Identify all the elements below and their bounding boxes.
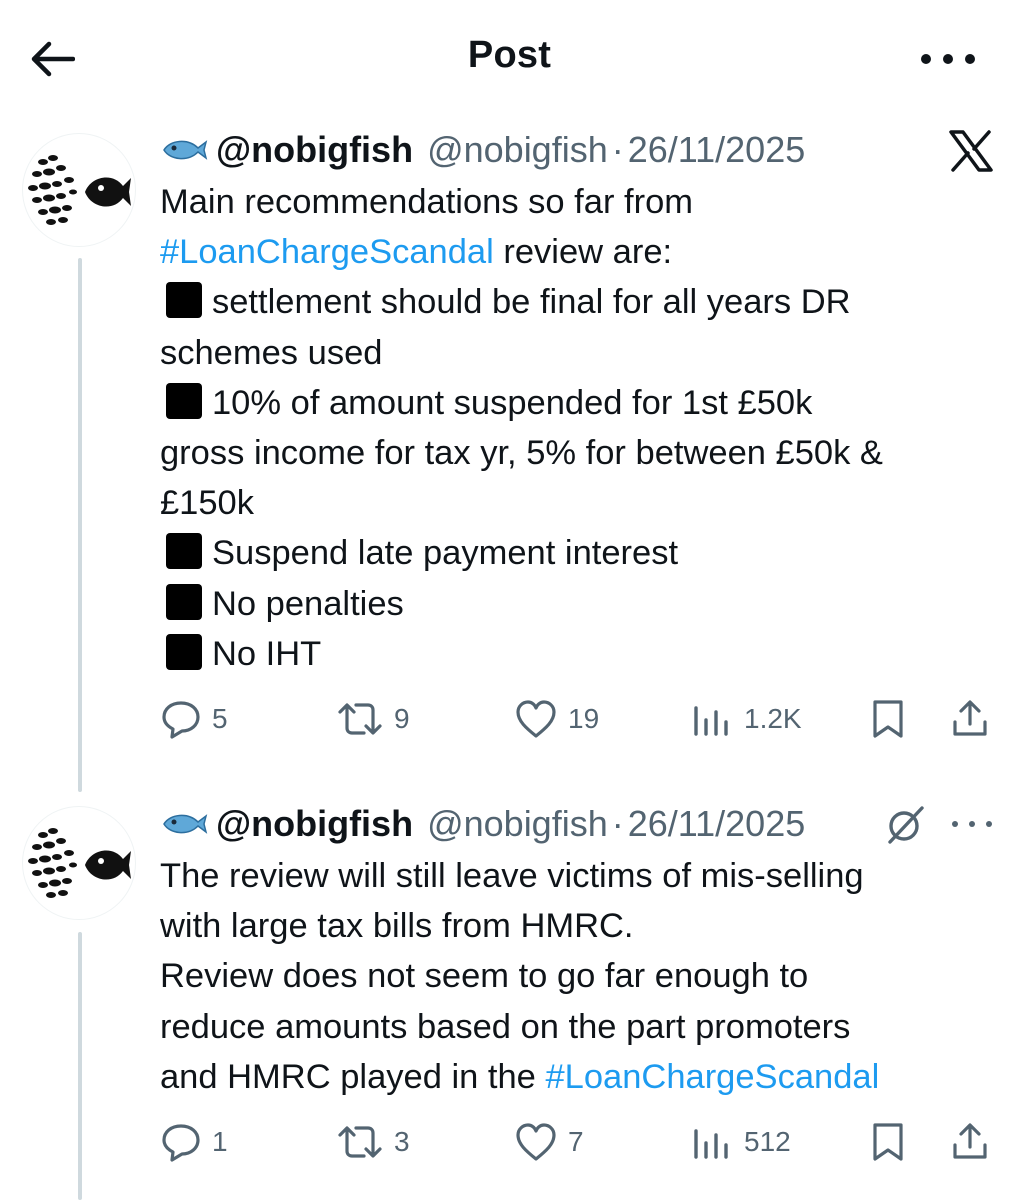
views-count: 1.2K [744, 703, 802, 734]
like-button[interactable]: 7 [514, 1117, 584, 1167]
tweet-line: No IHT [160, 629, 989, 679]
post-date[interactable]: 26/11/2025 [628, 129, 806, 171]
more-dot [965, 54, 975, 64]
repost-count: 3 [394, 1126, 410, 1157]
tweet-line: Suspend late payment interest [160, 528, 989, 578]
like-icon [516, 700, 556, 738]
tweet-text: The review will still leave victims of m… [160, 851, 989, 1102]
repost-icon [338, 703, 382, 735]
hashtag-link[interactable]: #LoanChargeScandal [160, 233, 494, 271]
black-square-emoji [166, 633, 202, 670]
tweet-meta: @nobigfish @nobigfish · 26/11/2025 [160, 128, 999, 172]
tweet-line-text: and HMRC played in the [160, 1057, 536, 1096]
fish-emoji-icon [163, 140, 208, 160]
repost-count: 9 [394, 703, 410, 734]
more-dot [943, 54, 953, 64]
tweet-line: gross income for tax yr, 5% for between … [160, 434, 883, 473]
bookmark-icon [873, 1123, 903, 1161]
display-name[interactable]: @nobigfish [216, 129, 413, 171]
more-dot [952, 821, 958, 827]
like-icon [516, 1123, 556, 1161]
repost-button[interactable]: 9 [336, 694, 410, 744]
black-square-emoji [166, 583, 202, 620]
views-button[interactable]: 512 [690, 1117, 791, 1167]
bookmark-icon [873, 700, 903, 738]
tweet-actions: 1 3 7 512 [160, 1117, 993, 1167]
tweet-line: #LoanChargeScandal review are: [160, 227, 989, 277]
fish-school-avatar-icon [28, 155, 131, 225]
tweet-line: with large tax bills from HMRC. [160, 907, 634, 946]
repost-button[interactable]: 3 [336, 1117, 410, 1167]
tweet-line: schemes used [160, 333, 383, 372]
black-square-emoji [166, 382, 202, 419]
tweet-line-text: No penalties [212, 584, 404, 623]
black-square-emoji [166, 282, 202, 319]
tweet-line: No penalties [160, 579, 989, 629]
reply-icon [162, 1124, 200, 1162]
separator-dot: · [611, 129, 624, 170]
tweet-line-text: settlement should be final for all years… [212, 283, 851, 322]
views-button[interactable]: 1.2K [690, 694, 802, 744]
tweet-line: 10% of amount suspended for 1st £50k [160, 378, 989, 428]
tweet-line: £150k [160, 484, 254, 523]
separator-dot: · [611, 803, 624, 844]
share-button[interactable] [950, 1117, 990, 1167]
reply-count: 5 [212, 703, 228, 734]
thread-line [78, 932, 82, 1200]
share-icon [953, 1123, 987, 1159]
bookmark-button[interactable] [868, 1117, 908, 1167]
like-count: 7 [568, 1126, 584, 1157]
tweet-line: settlement should be final for all years… [160, 277, 989, 327]
like-count: 19 [568, 703, 600, 734]
page-title: Post [467, 34, 552, 76]
tweet-meta: @nobigfish @nobigfish · 26/11/2025 [160, 802, 999, 846]
reply-button[interactable]: 5 [160, 694, 228, 744]
avatar[interactable] [22, 806, 136, 920]
tweet-line-text: review are: [503, 233, 673, 272]
tweet-actions: 5 9 19 1.2K [160, 694, 993, 744]
tweet-line: and HMRC played in the #LoanChargeScanda… [160, 1052, 989, 1102]
tweet-line-text: No IHT [212, 634, 322, 673]
tweet-line-text: 10% of amount suspended for 1st £50k [212, 383, 813, 422]
tweet-line: Review does not seem to go far enough to [160, 957, 809, 996]
avatar[interactable] [22, 133, 136, 247]
bookmark-button[interactable] [868, 694, 908, 744]
post-header: Post [0, 0, 1019, 118]
user-handle[interactable]: @nobigfish [427, 129, 608, 171]
fish-emoji-icon [163, 814, 208, 834]
tweet-line: Main recommendations so far from [160, 183, 694, 221]
hashtag-link[interactable]: #LoanChargeScandal [545, 1058, 879, 1096]
views-icon [694, 1129, 728, 1159]
reply-button[interactable]: 1 [160, 1117, 228, 1167]
reply-count: 1 [212, 1126, 228, 1157]
thread-line [78, 258, 82, 792]
share-icon [953, 700, 987, 736]
more-dot [921, 54, 931, 64]
tweet-text: Main recommendations so far from #LoanCh… [160, 177, 989, 679]
post-date[interactable]: 26/11/2025 [628, 803, 806, 845]
more-options-button[interactable] [921, 44, 975, 74]
grok-icon[interactable] [884, 804, 926, 846]
more-dot [986, 821, 992, 827]
tweet-line: reduce amounts based on the part promote… [160, 1007, 851, 1046]
fish-school-avatar-icon [28, 828, 131, 898]
repost-icon [338, 1126, 382, 1158]
x-logo-icon[interactable] [949, 130, 993, 172]
display-name[interactable]: @nobigfish [216, 803, 413, 845]
like-button[interactable]: 19 [514, 694, 599, 744]
tweet-line-text: Suspend late payment interest [212, 534, 679, 573]
black-square-emoji [166, 533, 202, 570]
tweet-line: The review will still leave victims of m… [160, 857, 864, 895]
views-count: 512 [744, 1126, 791, 1157]
reply-icon [162, 701, 200, 739]
post-more-button[interactable] [952, 818, 992, 830]
more-dot [969, 821, 975, 827]
user-handle[interactable]: @nobigfish [427, 803, 608, 845]
views-icon [694, 706, 728, 736]
share-button[interactable] [950, 694, 990, 744]
